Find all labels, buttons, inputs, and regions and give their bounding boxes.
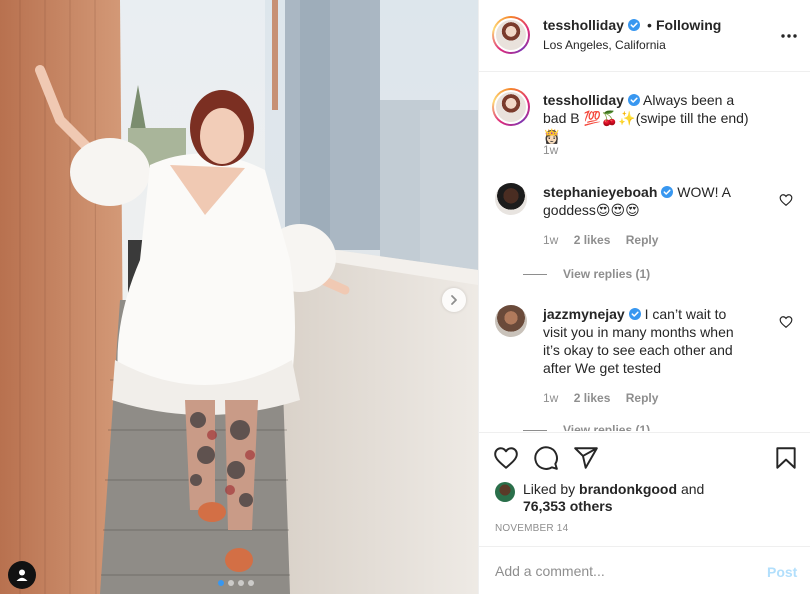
like-comment-heart-icon[interactable]: [779, 315, 793, 329]
commenter-avatar[interactable]: [495, 305, 527, 337]
commenter-avatar[interactable]: [495, 183, 527, 215]
comment-username[interactable]: jazzmynejay: [543, 306, 625, 322]
next-slide-button[interactable]: [442, 288, 466, 312]
caption-meta: 1w: [543, 143, 570, 157]
caption-username[interactable]: tessholliday: [543, 92, 624, 108]
post-location[interactable]: Los Angeles, California: [543, 38, 666, 52]
comment-age[interactable]: 1w: [543, 233, 558, 247]
photo-scene: [0, 0, 478, 594]
comment-username[interactable]: stephanieyeboah: [543, 184, 657, 200]
post-actions-panel: Liked by brandonkgood and 76,353 others …: [479, 432, 810, 546]
heart-icon[interactable]: [493, 445, 519, 471]
verified-badge-icon: [627, 94, 640, 106]
caption-age[interactable]: 1w: [543, 143, 558, 157]
like-comment-heart-icon[interactable]: [779, 193, 793, 207]
comment-meta: 1w 2 likes Reply: [543, 233, 670, 247]
comment-body: stephanieyeboah WOW! A goddess😍😍😍: [543, 183, 753, 219]
liked-by-text: Liked by brandonkgood and: [523, 480, 783, 498]
post-comment-button[interactable]: Post: [767, 564, 797, 580]
comment-icon[interactable]: [533, 445, 559, 471]
user-tag-icon: [16, 569, 28, 581]
author-username[interactable]: tessholliday: [543, 17, 640, 33]
comment-likes[interactable]: 2 likes: [574, 391, 611, 405]
comment-likes[interactable]: 2 likes: [574, 233, 611, 247]
slide-dot: [248, 580, 254, 586]
chevron-right-icon: [451, 295, 457, 305]
add-comment-bar: Post: [479, 546, 810, 594]
liked-by-prefix: Liked by: [523, 481, 576, 497]
verified-badge-icon: [628, 308, 641, 320]
author-avatar[interactable]: [492, 16, 530, 54]
reply-button[interactable]: Reply: [626, 391, 659, 405]
caption-avatar[interactable]: [492, 88, 530, 126]
slide-dot: [238, 580, 244, 586]
caption-body: tessholliday Always been a bad B 💯🍒✨(swi…: [543, 91, 753, 145]
post-header: tessholliday • Following Los Angeles, Ca…: [479, 0, 810, 72]
post-side-panel: tessholliday • Following Los Angeles, Ca…: [478, 0, 810, 594]
share-icon[interactable]: [573, 445, 599, 471]
likes-count[interactable]: 76,353 others: [523, 498, 613, 514]
view-replies-button[interactable]: View replies (1): [523, 423, 650, 431]
slide-dot: [228, 580, 234, 586]
view-replies-button[interactable]: View replies (1): [523, 267, 650, 281]
slide-indicator: [218, 580, 254, 586]
more-options-icon[interactable]: [779, 26, 799, 46]
verified-badge-icon: [661, 186, 674, 198]
instagram-post: tessholliday • Following Los Angeles, Ca…: [0, 0, 810, 594]
comments-list[interactable]: tessholliday Always been a bad B 💯🍒✨(swi…: [479, 73, 810, 431]
follow-separator: •: [647, 17, 652, 33]
verified-badge-icon: [627, 19, 640, 31]
reply-button[interactable]: Reply: [626, 233, 659, 247]
post-date[interactable]: NOVEMBER 14: [495, 523, 568, 534]
liked-by-joiner: and: [680, 481, 705, 497]
comment-age[interactable]: 1w: [543, 391, 558, 405]
comment-body: jazzmynejay I can’t wait to visit you in…: [543, 305, 753, 377]
post-photo[interactable]: [0, 0, 478, 594]
user-tags-button[interactable]: [8, 561, 36, 589]
following-button[interactable]: Following: [656, 17, 721, 33]
slide-dot: [218, 580, 224, 586]
bookmark-icon[interactable]: [773, 445, 799, 471]
liker-username[interactable]: brandonkgood: [579, 481, 677, 497]
comment-meta: 1w 2 likes Reply: [543, 391, 670, 405]
liker-avatar[interactable]: [495, 482, 515, 502]
comment-input[interactable]: [495, 561, 745, 581]
